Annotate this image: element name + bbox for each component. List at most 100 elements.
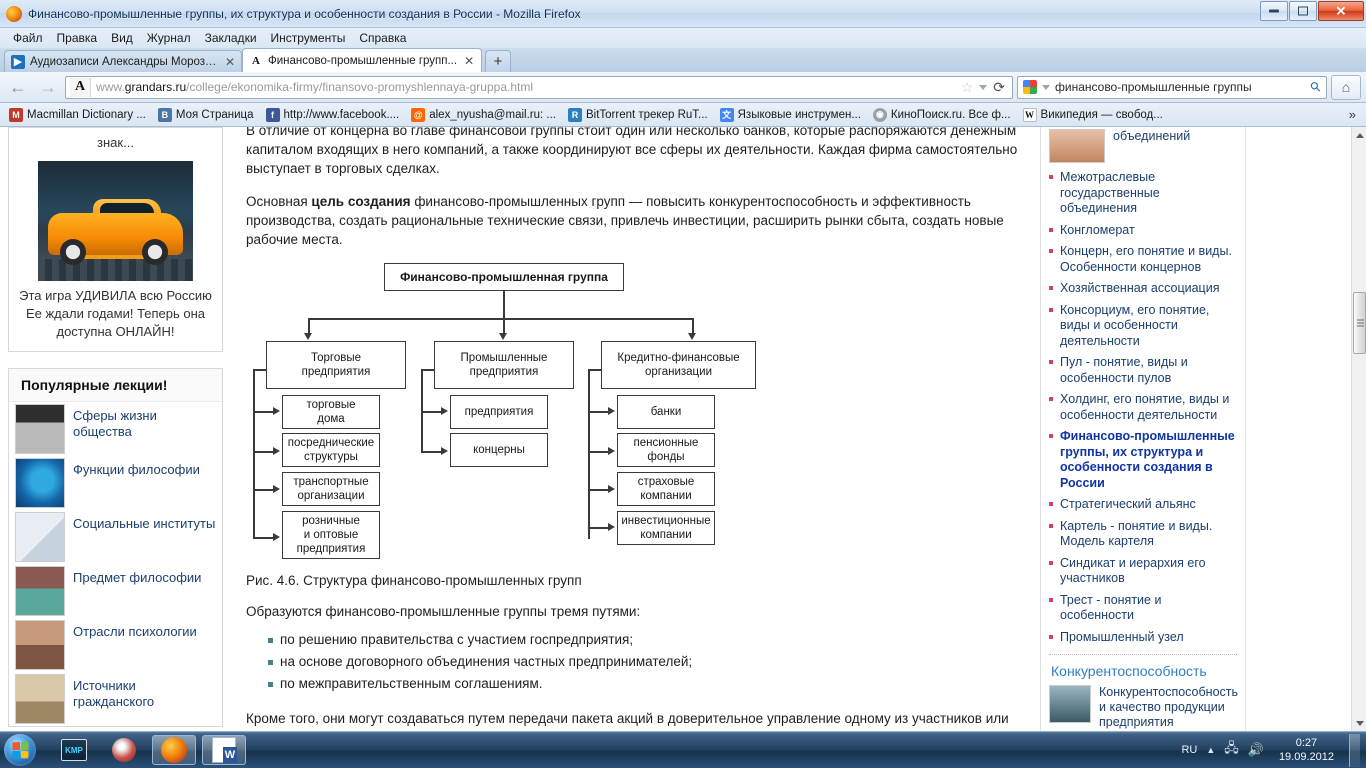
bookmarks-overflow-icon[interactable]: » [1349, 107, 1362, 122]
menu-edit[interactable]: Правка [50, 30, 105, 46]
scroll-up-button[interactable] [1352, 127, 1366, 143]
minimize-button[interactable] [1260, 1, 1288, 21]
lecture-item-6[interactable]: Источники гражданского [9, 672, 222, 726]
scrollbar-grip-icon [1357, 319, 1364, 327]
show-desktop-button[interactable] [1349, 733, 1360, 767]
bookmark-label: КиноПоиск.ru. Все ф... [890, 108, 1011, 121]
lecture-item-2[interactable]: Функции философии [9, 456, 222, 510]
lecture-item-5[interactable]: Отрасли психологии [9, 618, 222, 672]
reload-icon[interactable]: ⟳ [993, 79, 1005, 96]
menu-history[interactable]: Журнал [140, 30, 198, 46]
menu-tools[interactable]: Инструменты [264, 30, 353, 46]
sidebar-link-promyshlennyy-uzel[interactable]: Промышленный узел [1049, 627, 1237, 649]
kmplayer-icon: KMP [61, 739, 87, 761]
related-first-entry[interactable]: объединений [1049, 127, 1237, 163]
advertisement-block[interactable]: знак... Эта игра УДИВИЛА всю Россию Ее ж… [8, 127, 223, 352]
taskbar-kmplayer-button[interactable]: KMP [52, 735, 96, 765]
ad-text-line-3: доступна ОНЛАЙН! [56, 324, 175, 339]
paragraph-goal: Основная цель создания финансово-промышл… [246, 194, 1004, 247]
lecture-thumbnail [15, 674, 65, 724]
sidebar-link-hozassociaciya[interactable]: Хозяйственная ассоциация [1049, 278, 1237, 300]
site-identity-icon[interactable]: A [70, 77, 92, 97]
bookmark-star-icon[interactable]: ☆ [961, 79, 974, 96]
sidebar-link-koncern[interactable]: Концерн, его понятие и виды. Особенности… [1049, 241, 1237, 278]
bookmark-macmillan[interactable]: M Macmillan Dictionary ... [4, 107, 151, 123]
figure-fpg-structure: Финансово-промышленная группа Торговые п… [246, 263, 766, 563]
sidebar-link-trest[interactable]: Трест - понятие и особенности [1049, 590, 1237, 627]
tab-audiozapisi[interactable]: ▶ Аудиозаписи Александры Морозов... ✕ [4, 50, 242, 72]
bookmark-label: Macmillan Dictionary ... [27, 108, 146, 121]
back-button-icon[interactable]: ← [5, 75, 31, 99]
menu-bookmarks[interactable]: Закладки [198, 30, 264, 46]
close-button[interactable]: ✕ [1318, 1, 1364, 21]
popular-lectures-heading: Популярные лекции! [9, 369, 222, 402]
start-button[interactable] [4, 734, 36, 766]
bookmark-rutracker[interactable]: R BitTorrent трекер RuT... [563, 107, 713, 123]
window-title-bar: Финансово-промышленные группы, их структ… [0, 0, 1366, 28]
address-bar[interactable]: A www.grandars.ru/college/ekonomika-firm… [65, 75, 1013, 99]
bookmark-vk[interactable]: B Моя Страница [153, 107, 259, 123]
new-tab-button[interactable]: + [485, 50, 511, 72]
tab-finansovo-promyshlennye[interactable]: A Финансово-промышленные групп... ✕ [242, 48, 482, 72]
paragraph-ways-intro: Образуются финансово-промышленные группы… [246, 604, 641, 619]
scrollbar-thumb[interactable] [1353, 292, 1366, 354]
bookmark-facebook[interactable]: f http://www.facebook.... [261, 107, 405, 123]
chevron-down-icon [1355, 720, 1364, 726]
bookmark-kinopoisk[interactable]: ◉ КиноПоиск.ru. Все ф... [868, 107, 1016, 123]
diagram-arrow-icon [499, 333, 507, 340]
sidebar-link-kartel[interactable]: Картель - понятие и виды. Модель картеля [1049, 516, 1237, 553]
lecture-item-4[interactable]: Предмет философии [9, 564, 222, 618]
sidebar-section-entry[interactable]: Конкурентоспособность и качество продукц… [1049, 685, 1238, 730]
lecture-item-1[interactable]: Сферы жизни общества [9, 402, 222, 456]
taskbar-nero-button[interactable] [102, 735, 146, 765]
bookmark-wikipedia[interactable]: W Википедия — свобод... [1018, 107, 1168, 123]
sidebar-link-pul[interactable]: Пул - понятие, виды и особенности пулов [1049, 352, 1237, 389]
branch-title-text: Кредитно-финансовые организации [617, 352, 740, 378]
volume-icon[interactable]: 🔊 [1248, 742, 1264, 758]
sidebar-link-konglomerat[interactable]: Конгломерат [1049, 220, 1237, 242]
diagram-arrow-icon [608, 485, 615, 493]
search-input[interactable]: финансово-промышленные группы [1055, 80, 1252, 94]
home-button[interactable]: ⌂ [1331, 74, 1361, 100]
maximize-button[interactable] [1289, 1, 1317, 21]
sidebar-link-mezhotraslevye[interactable]: Межотраслевые государственные объединени… [1049, 167, 1237, 220]
language-indicator[interactable]: RU [1181, 744, 1197, 756]
diagram-connector [588, 369, 590, 539]
diagram-leaf: посреднические структуры [282, 433, 380, 467]
windows-logo-icon [12, 741, 29, 759]
tab-close-icon[interactable]: ✕ [225, 55, 235, 69]
sidebar-link-strategicheskiy-alyans[interactable]: Стратегический альянс [1049, 494, 1237, 516]
taskbar-firefox-button[interactable] [152, 735, 196, 765]
scroll-down-button[interactable] [1352, 715, 1366, 731]
ad-car-image [38, 161, 193, 281]
tab-close-icon[interactable]: ✕ [464, 54, 474, 68]
sidebar-section-heading[interactable]: Конкурентоспособность [1049, 655, 1237, 685]
diagram-connector [588, 527, 610, 529]
forward-button-icon[interactable]: → [35, 75, 61, 99]
lecture-label: Предмет философии [73, 570, 202, 585]
sidebar-link-fpg-current[interactable]: Финансово-промышленные группы, их структ… [1049, 426, 1237, 494]
network-icon[interactable]: 🖧 [1224, 739, 1239, 761]
firefox-window: Финансово-промышленные группы, их структ… [0, 0, 1366, 768]
sidebar-link-konsorcium[interactable]: Консорциум, его понятие, виды и особенно… [1049, 300, 1237, 353]
lecture-item-3[interactable]: Социальные институты [9, 510, 222, 564]
sidebar-link-sindikat[interactable]: Синдикат и иерархия его участников [1049, 553, 1237, 590]
menu-view[interactable]: Вид [104, 30, 140, 46]
vertical-scrollbar[interactable] [1351, 127, 1366, 731]
bookmark-label: alex_nyusha@mail.ru: ... [429, 108, 556, 121]
search-icon[interactable]: ⚲ [1307, 78, 1325, 96]
menu-file[interactable]: Файл [6, 30, 50, 46]
sidebar-link-holding[interactable]: Холдинг, его понятие, виды и особенности… [1049, 389, 1237, 426]
bookmark-mailru[interactable]: @ alex_nyusha@mail.ru: ... [406, 107, 561, 123]
clock[interactable]: 0:27 19.09.2012 [1273, 736, 1340, 764]
menu-help[interactable]: Справка [352, 30, 413, 46]
search-bar[interactable]: финансово-промышленные группы ⚲ [1017, 75, 1327, 99]
chevron-up-icon [1355, 132, 1364, 138]
macmillan-icon: M [9, 107, 23, 122]
chevron-down-icon[interactable] [979, 84, 988, 90]
diagram-connector [308, 318, 310, 334]
search-engine-chevron-icon[interactable] [1042, 84, 1050, 90]
show-hidden-icons-icon[interactable]: ▲ [1206, 745, 1215, 755]
bookmark-translate[interactable]: 文 Языковые инструмен... [715, 107, 866, 123]
taskbar-word-button[interactable] [202, 735, 246, 765]
